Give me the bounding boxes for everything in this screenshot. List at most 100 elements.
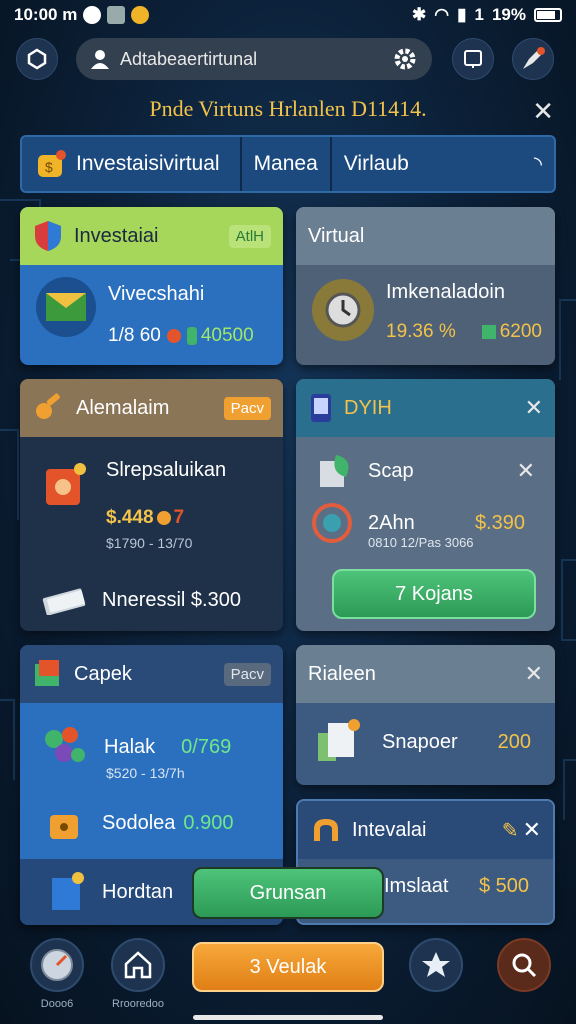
device-button[interactable] bbox=[452, 38, 494, 80]
close-icon[interactable]: ✕ bbox=[525, 395, 543, 421]
profile-button[interactable] bbox=[512, 38, 554, 80]
card-title: DYIH bbox=[344, 396, 392, 419]
card-body: Vivecshahi 1/8 60 40500 bbox=[20, 265, 283, 365]
item-value: 0.900 bbox=[183, 811, 234, 834]
list-item: Sodolea 0.900 bbox=[20, 803, 283, 843]
card-alemalaim[interactable]: Alemalaim Pacv Slrepsaluikan $.448 7 $17… bbox=[20, 379, 283, 631]
home-indicator[interactable] bbox=[193, 1015, 383, 1020]
nav-label: Rrooredoo bbox=[112, 998, 164, 1010]
price-row: $.448 7 bbox=[106, 507, 283, 529]
battery-icon bbox=[534, 8, 562, 22]
list-item: Imslaat $ 500 bbox=[384, 875, 529, 898]
card-title: Intevalai bbox=[352, 818, 427, 841]
gear-icon[interactable] bbox=[392, 46, 418, 72]
price-value: $.448 bbox=[106, 507, 154, 528]
clock-icon bbox=[312, 279, 374, 341]
item-label: Nneressil $.300 bbox=[102, 588, 241, 611]
kojans-button[interactable]: 7 Kojans bbox=[332, 569, 536, 619]
edit-icon[interactable]: ✎ bbox=[502, 818, 519, 843]
card-virtual[interactable]: Virtual Imkenaladoin 19.36 % 6200 bbox=[296, 207, 555, 365]
item-label: Scap bbox=[368, 459, 414, 482]
close-icon[interactable]: ✕ bbox=[517, 458, 535, 484]
item-label: Sodolea bbox=[102, 811, 176, 834]
card-title: Alemalaim bbox=[76, 396, 170, 419]
stats-value: 1/8 60 bbox=[108, 325, 161, 346]
menu-button[interactable] bbox=[16, 38, 58, 80]
card-investaiai[interactable]: Investaiai AtlH Vivecshahi 1/8 60 40500 bbox=[20, 207, 283, 365]
compass-icon bbox=[41, 949, 73, 981]
leaf-icon bbox=[320, 455, 349, 487]
candy-icon bbox=[45, 727, 85, 762]
star-icon bbox=[422, 952, 450, 977]
item-label: 2Ahn bbox=[368, 511, 415, 534]
apple-icon bbox=[166, 329, 181, 343]
target-icon bbox=[312, 503, 352, 543]
price-range: $1790 - 13/70 bbox=[106, 535, 193, 551]
item-label: Imslaat bbox=[384, 875, 449, 897]
sub-value: 0810 12/Pas 3066 bbox=[368, 535, 474, 550]
list-item: Nneressil $.300 bbox=[20, 585, 283, 615]
close-icon[interactable]: ✕ bbox=[523, 817, 541, 843]
tab-label: Manea bbox=[253, 152, 318, 175]
price-value: $.390 bbox=[474, 511, 525, 534]
sub-row: $1790 - 13/70 bbox=[106, 535, 283, 551]
refresh-icon[interactable]: ◝ bbox=[522, 137, 554, 191]
wifi-icon: ◠ bbox=[434, 5, 450, 24]
price-range: $520 - 13/7h bbox=[106, 765, 185, 781]
device-icon bbox=[464, 50, 482, 68]
bottom-nav: Dooo6 Rrooredoo 3 Veulak bbox=[0, 934, 576, 1024]
bluetooth-icon: ✱ bbox=[412, 5, 427, 24]
card-header: Virtual bbox=[296, 207, 555, 265]
box-icon bbox=[52, 872, 84, 910]
stats-row: 1/8 60 40500 bbox=[108, 325, 283, 347]
grunsan-button[interactable]: Grunsan bbox=[192, 867, 384, 919]
svg-text:$: $ bbox=[45, 159, 53, 175]
card-rialeen[interactable]: Rialeen ✕ Snapoer 200 bbox=[296, 645, 555, 785]
nav-compass[interactable] bbox=[30, 938, 84, 992]
close-icon[interactable]: ✕ bbox=[532, 96, 554, 127]
check-icon bbox=[481, 325, 496, 339]
search-bar[interactable]: Adtabeaertirtunal bbox=[76, 38, 432, 80]
tab-bar: $ Investaisivirtual Manea Virlaub ◝ bbox=[20, 135, 556, 193]
wallet-icon bbox=[40, 459, 92, 511]
status-badge: Pacv bbox=[223, 396, 271, 420]
close-icon[interactable]: ✕ bbox=[525, 661, 543, 687]
sub-row: $520 - 13/7h bbox=[106, 765, 283, 781]
veulak-button[interactable]: 3 Veulak bbox=[192, 942, 384, 992]
item-label: Vivecshahi bbox=[108, 283, 205, 305]
card-header: Capek Pacv bbox=[20, 645, 283, 703]
card-header: Alemalaim Pacv bbox=[20, 379, 283, 437]
battery-percent: 19% bbox=[491, 5, 526, 24]
cash-stack-icon bbox=[42, 588, 86, 615]
card-body: Scap ✕ 2Ahn $.390 0810 12/Pas 3066 7 Koj… bbox=[296, 437, 555, 631]
lock-icon bbox=[50, 815, 78, 839]
tab-manea[interactable]: Manea bbox=[239, 137, 330, 191]
nav-search[interactable] bbox=[497, 938, 551, 992]
price-suffix: 7 bbox=[173, 507, 185, 528]
list-item: Slrepsaluikan bbox=[20, 459, 283, 511]
card-body: Slrepsaluikan $.448 7 $1790 - 13/70 Nner… bbox=[20, 437, 283, 631]
tab-label: Virlaub bbox=[343, 152, 409, 175]
gallery-icon bbox=[107, 6, 126, 24]
tab-virlaub[interactable]: Virlaub bbox=[329, 137, 421, 191]
user-icon bbox=[91, 50, 109, 69]
list-item: Scap ✕ bbox=[296, 451, 555, 491]
status-badge: Pacv bbox=[223, 662, 271, 686]
nav-favorites[interactable] bbox=[409, 938, 463, 992]
top-bar: Adtabeaertirtunal bbox=[16, 38, 560, 82]
card-dyih[interactable]: DYIH ✕ Scap ✕ 2Ahn $.390 0810 12/Pas 306… bbox=[296, 379, 555, 631]
list-item: Snapoer 200 bbox=[296, 717, 555, 767]
nav-home[interactable] bbox=[111, 938, 165, 992]
card-header: Investaiai AtlH bbox=[20, 207, 283, 265]
nav-label: Dooo6 bbox=[40, 998, 74, 1010]
card-title: Investaiai bbox=[74, 224, 159, 247]
cash-icon bbox=[186, 327, 197, 345]
key-icon bbox=[36, 393, 60, 419]
status-time: 10:00 m bbox=[14, 5, 78, 24]
stats-row: 19.36 % 6200 bbox=[386, 321, 555, 343]
search-text: Adtabeaertirtunal bbox=[120, 48, 258, 69]
item-value: $ 500 bbox=[478, 875, 529, 897]
card-body: Snapoer 200 bbox=[296, 703, 555, 785]
tab-investasi[interactable]: $ Investaisivirtual bbox=[22, 137, 232, 191]
money-bag-icon: $ bbox=[38, 150, 66, 177]
